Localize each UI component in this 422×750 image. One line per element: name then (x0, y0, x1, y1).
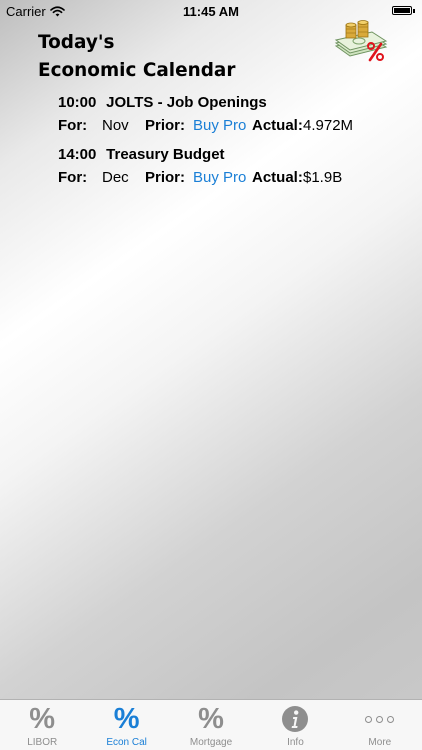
info-icon (282, 706, 309, 732)
tab-libor[interactable]: % LIBOR (0, 700, 84, 750)
app-screen: Carrier 11:45 AM Today's Economic Calend… (0, 0, 422, 750)
page-title-line-1: Today's (38, 31, 115, 53)
tab-econ-cal[interactable]: % Econ Cal (84, 700, 168, 750)
for-label: For: (58, 117, 88, 134)
tab-mortgage[interactable]: % Mortgage (169, 700, 253, 750)
tab-label: More (368, 737, 392, 748)
event-details: For: Nov Prior: Buy Pro Actual: 4.972M (58, 114, 408, 138)
tab-label: LIBOR (27, 737, 58, 748)
page-title-line-2: Economic Calendar (38, 59, 236, 81)
money-percent-logo-icon (334, 20, 388, 62)
status-time: 11:45 AM (183, 4, 239, 19)
tab-more[interactable]: More (338, 700, 422, 750)
for-value: Nov (102, 117, 129, 134)
event-details: For: Dec Prior: Buy Pro Actual: $1.9B (58, 166, 408, 190)
page-title: Today's Economic Calendar (38, 28, 235, 84)
percent-icon: % (113, 703, 140, 735)
event-name: JOLTS - Job Openings (106, 94, 267, 111)
status-bar: Carrier 11:45 AM (0, 0, 422, 22)
event-name: Treasury Budget (106, 146, 225, 163)
event-time: 10:00 (58, 94, 97, 111)
tab-bar: % LIBOR % Econ Cal % Mortgage Info More (0, 699, 422, 750)
more-dots-icon (365, 715, 395, 723)
event-item: 10:00 JOLTS - Job Openings For: Nov Prio… (58, 92, 408, 144)
percent-icon: % (198, 703, 224, 735)
event-time: 14:00 (58, 146, 97, 163)
buy-pro-link[interactable]: Buy Pro (193, 114, 246, 138)
actual-value: 4.972M (303, 117, 354, 134)
for-value: Dec (102, 169, 129, 186)
tab-info[interactable]: Info (253, 700, 337, 750)
economic-events-list: 10:00 JOLTS - Job Openings For: Nov Prio… (58, 92, 408, 196)
battery-icon (392, 6, 415, 15)
prior-label: Prior: (145, 169, 186, 186)
percent-icon: % (29, 703, 56, 735)
tab-label: Mortgage (189, 737, 233, 748)
actual-value: $1.9B (303, 169, 343, 186)
event-item: 14:00 Treasury Budget For: Dec Prior: Bu… (58, 144, 408, 196)
for-label: For: (58, 169, 88, 186)
actual-label: Actual: (252, 169, 303, 186)
event-header: 14:00 Treasury Budget (58, 144, 408, 166)
tab-label: Econ Cal (106, 737, 147, 748)
buy-pro-link[interactable]: Buy Pro (193, 166, 246, 190)
tab-label: Info (287, 737, 304, 748)
event-header: 10:00 JOLTS - Job Openings (58, 92, 408, 114)
actual-label: Actual: (252, 117, 303, 134)
prior-label: Prior: (145, 117, 186, 134)
